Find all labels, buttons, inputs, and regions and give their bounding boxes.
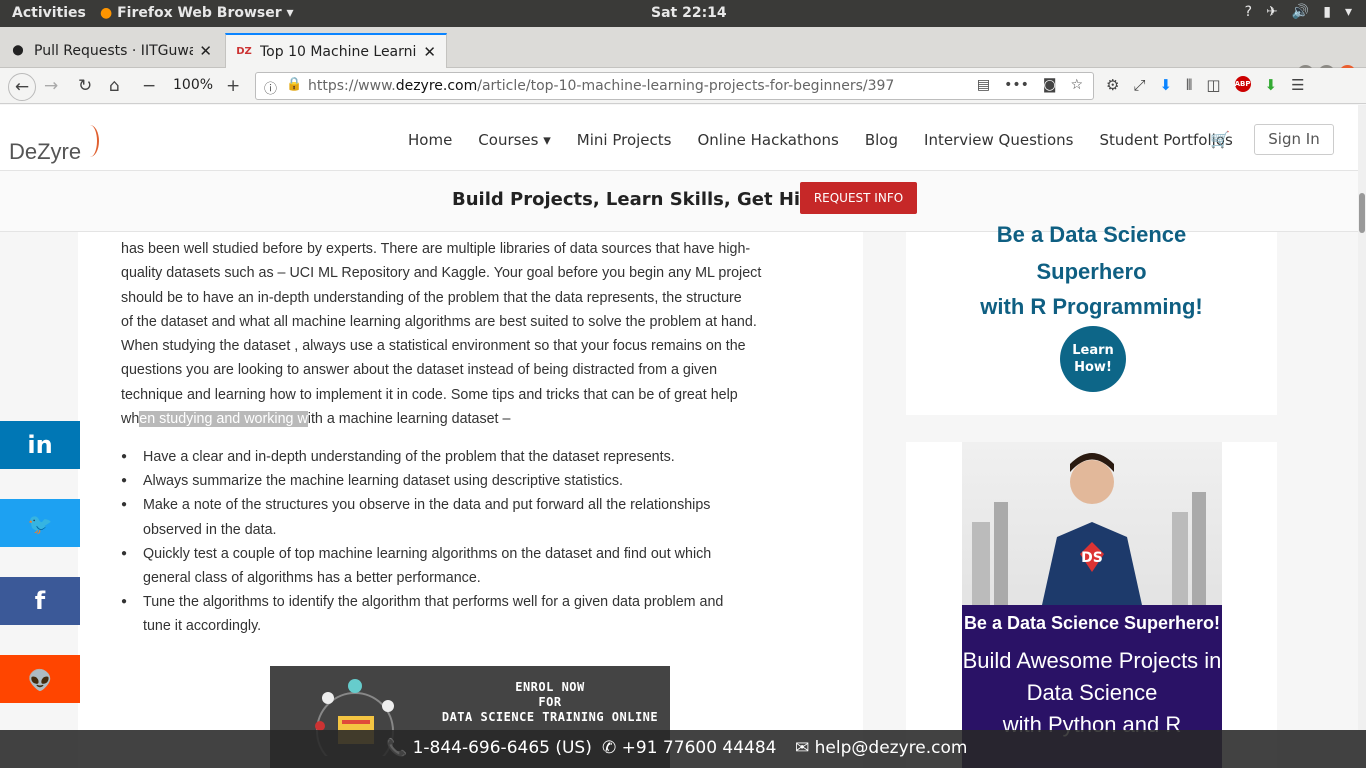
network-icon: ? [1244,4,1253,20]
toolbar-icons: ⚙ ⤢ ⬇ ⫴ ◫ ABP ⬇ ☰ [1106,76,1305,94]
sidebar-icon[interactable]: ◫ [1206,76,1220,94]
linkedin-icon: in [27,431,53,459]
home-button[interactable]: ⌂ [109,76,120,96]
phone-us-link[interactable]: 📞 1-844-696-6465 (US) [386,738,592,758]
mail-icon: ✉ [795,738,810,758]
page-scrollbar[interactable] [1358,105,1366,768]
ad-title: Be a Data Science Superhero! [963,613,1221,633]
request-info-button[interactable]: REQUEST INFO [800,182,917,214]
dz-favicon-icon: DZ [236,46,252,57]
reload-button[interactable]: ↻ [78,76,92,96]
reddit-icon: 👽 [27,668,53,692]
scrollbar-thumb[interactable] [1359,193,1365,233]
clock[interactable]: Sat 22:14 [651,5,727,21]
zoom-in-button[interactable]: + [226,76,240,96]
close-tab-icon[interactable]: ✕ [199,42,212,60]
reddit-share-button[interactable]: 👽 [0,655,80,703]
url-bar[interactable]: ⓘ 🔒 https://www.dezyre.com/article/top-1… [255,72,1094,100]
menu-blog[interactable]: Blog [865,131,898,149]
app-menu[interactable]: ● Firefox Web Browser ▾ [100,5,294,21]
bookmark-star-icon[interactable]: ☆ [1070,77,1083,93]
whatsapp-icon: ✆ [602,738,617,758]
tab-label: Pull Requests · IITGuwahat [34,42,194,59]
fullscreen-icon[interactable]: ⤢ [1133,76,1145,94]
twitter-icon: 🐦 [27,512,53,536]
article-paragraph: has been well studied before by experts.… [121,241,762,428]
facebook-icon: f [34,587,46,615]
list-item: Always summarize the machine learning da… [121,469,821,493]
enrol-text: ENROL NOW FOR DATA SCIENCE TRAINING ONLI… [441,680,659,724]
twitter-share-button[interactable]: 🐦 [0,499,80,547]
library-icon[interactable]: ⫴ [1186,76,1192,94]
tab-top-10-ml[interactable]: DZ Top 10 Machine Learning ✕ [225,33,447,68]
phone-icon: 📞 [386,738,408,758]
superhero-image: DS [962,442,1222,605]
adblock-icon[interactable]: ABP [1234,76,1251,92]
text-selection: en studying and working w [139,411,308,428]
menu-interview-questions[interactable]: Interview Questions [924,131,1073,149]
airplane-icon: ✈ [1266,4,1278,20]
lock-icon: 🔒 [286,77,303,92]
svg-text:DS: DS [1081,550,1103,566]
url-text[interactable]: https://www.dezyre.com/article/top-10-ma… [308,78,894,94]
download-icon[interactable]: ⬇ [1159,76,1172,94]
app-name: Firefox Web Browser [117,5,282,21]
chevron-down-icon: ▾ [1344,4,1352,20]
github-icon: ⬤ [12,45,24,56]
list-item: Make a note of the structures you observ… [121,493,821,541]
hamburger-menu-icon[interactable]: ☰ [1291,76,1304,94]
whatsapp-link[interactable]: ✆ +91 77600 44484 [602,738,777,758]
learn-how-button[interactable]: Learn How! [1060,326,1126,392]
tab-label: Top 10 Machine Learning [260,43,418,60]
tab-strip: ⬤ Pull Requests · IITGuwahat ✕ DZ Top 10… [0,27,1366,87]
menu-courses[interactable]: Courses ▾ [478,131,550,149]
menu-mini-projects[interactable]: Mini Projects [577,131,672,149]
r-programming-ad[interactable]: Be a Data Science Superhero with R Progr… [906,222,1277,415]
dezyre-logo[interactable]: DeZyre [9,125,99,165]
back-button[interactable]: ← [8,73,36,101]
list-item: Have a clear and in-depth understanding … [121,445,821,469]
menu-online-hackathons[interactable]: Online Hackathons [697,131,838,149]
superhero-ad[interactable]: DS Be a Data Science Superhero! Build Aw… [906,442,1277,768]
facebook-share-button[interactable]: f [0,577,80,625]
menu-home[interactable]: Home [408,131,452,149]
zoom-level[interactable]: 100% [173,77,213,93]
linkedin-share-button[interactable]: in [0,421,80,469]
page-actions-icon[interactable]: ••• [1004,77,1029,93]
firefox-icon: ● [100,5,113,21]
info-icon[interactable]: ⓘ [264,78,277,97]
navigation-toolbar: ← → ↻ ⌂ − 100% + ⓘ 🔒 https://www.dezyre.… [0,68,1366,104]
list-item: Quickly test a couple of top machine lea… [121,542,821,590]
extension-icon[interactable]: ⬇ [1265,76,1278,94]
tips-list: Have a clear and in-depth understanding … [121,445,821,639]
promo-text: Build Projects, Learn Skills, Get Hired [452,189,835,210]
contact-footer: 📞 1-844-696-6465 (US) ✆ +91 77600 44484 … [0,730,1366,768]
forward-button[interactable]: → [44,76,58,96]
close-tab-icon[interactable]: ✕ [423,43,436,61]
site-header: DeZyre Home Courses ▾ Mini Projects Onli… [0,105,1358,171]
volume-icon: 🔊 [1291,4,1310,20]
list-item: Tune the algorithms to identify the algo… [121,590,821,638]
zoom-out-button[interactable]: − [142,76,156,96]
main-menu: Home Courses ▾ Mini Projects Online Hack… [408,131,1259,149]
system-tray[interactable]: ? ✈ 🔊 ▮ ▾ [1245,4,1352,20]
settings-icon[interactable]: ⚙ [1106,76,1119,94]
battery-icon: ▮ [1323,4,1331,20]
reader-view-icon[interactable]: ▤ [977,77,990,93]
system-top-bar: Activities ● Firefox Web Browser ▾ Sat 2… [0,0,1366,27]
pocket-icon[interactable]: ◙ [1043,77,1057,93]
activities-button[interactable]: Activities [12,5,86,21]
email-link[interactable]: ✉ help@dezyre.com [795,738,967,758]
sign-in-button[interactable]: Sign In [1254,124,1334,155]
web-page: DeZyre Home Courses ▾ Mini Projects Onli… [0,105,1366,768]
tab-pull-requests[interactable]: ⬤ Pull Requests · IITGuwahat ✕ [0,33,222,68]
cart-icon[interactable]: 🛒 [1210,130,1230,149]
